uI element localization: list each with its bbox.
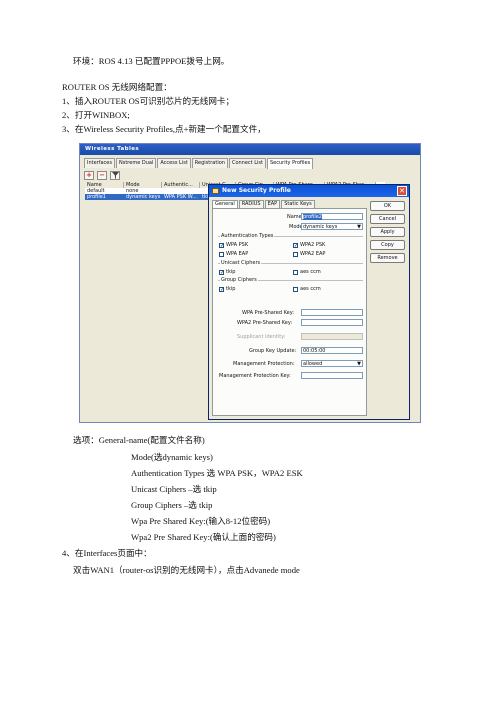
tkip-label: tkip xyxy=(226,286,236,292)
new-security-profile-dialog: New Security Profile ✕ General RADIUS EA… xyxy=(208,184,410,420)
mgmt-key-label: Management Protection Key: xyxy=(219,373,291,379)
tkip-label: tkip xyxy=(226,269,236,275)
heading: ROUTER OS 无线网络配置： xyxy=(62,82,172,92)
gku-label: Group Key Update: xyxy=(249,348,297,354)
tab-eap[interactable]: EAP xyxy=(264,200,281,208)
check-icon: ✓ xyxy=(219,242,225,249)
wpa-key-label: WPA Pre-Shared Key: xyxy=(242,310,294,316)
group-line: Group Ciphers –选 tkip xyxy=(131,500,213,510)
dialog-titlebar[interactable]: New Security Profile ✕ xyxy=(209,185,409,197)
unicast-aes-checkbox[interactable]: aes ccm xyxy=(293,269,321,275)
supplicant-label: Supplicant Identity: xyxy=(237,334,286,340)
general-panel: Name: profile2 Mode: dynamic keys ▼ Authe… xyxy=(212,208,367,416)
checkbox-box xyxy=(293,286,298,292)
mode-select[interactable]: dynamic keys ▼ xyxy=(301,223,363,230)
mgmt-select[interactable]: allowed ▼ xyxy=(301,360,363,367)
wireless-tabs: Interfaces Nstreme Dual Access List Regi… xyxy=(84,158,314,169)
winbox-screenshot: Wireless Tables Interfaces Nstreme Dual … xyxy=(79,143,421,423)
folder-icon xyxy=(212,188,219,194)
check-icon: ✓ xyxy=(293,242,299,249)
wpa2-psk-checkbox[interactable]: ✓ WPA2 PSK xyxy=(293,242,325,248)
unicast-tkip-checkbox[interactable]: ✓ tkip xyxy=(219,269,235,275)
tab-connect-list[interactable]: Connect List xyxy=(228,158,266,168)
step-1: 1、插入ROUTER OS可识别芯片的无线网卡； xyxy=(62,96,235,106)
dialog-title: New Security Profile xyxy=(222,187,291,194)
step-2: 2、打开WINBOX; xyxy=(62,110,130,120)
group-ciphers-label: Group Ciphers xyxy=(220,277,258,283)
wpa-eap-checkbox[interactable]: WPA EAP xyxy=(219,251,248,257)
ok-button[interactable]: OK xyxy=(370,201,405,211)
group-tkip-checkbox[interactable]: ✓ tkip xyxy=(219,286,235,292)
wpa2-key-line: Wpa2 Pre Shared Key:(确认上面的密码) xyxy=(131,532,276,542)
unicast-label: Unicast Ciphers xyxy=(220,260,262,266)
name-input[interactable]: profile2 xyxy=(301,213,363,220)
chevron-down-icon: ▼ xyxy=(357,361,361,367)
wpa-key-line: Wpa Pre Shared Key:(输入8-12位密码) xyxy=(131,516,271,526)
mgmt-label: Management Protection: xyxy=(233,361,295,367)
gku-value: 00:05:00 xyxy=(303,348,326,354)
step-4-detail: 双击WAN1（router-os识别的无线网卡），点击Advanede mode xyxy=(73,565,300,575)
unicast-line: Unicast Ciphers –选 tkip xyxy=(131,484,217,494)
cell: dynamic keys xyxy=(126,194,161,200)
checkbox-box xyxy=(293,269,298,275)
wpa2-key-label: WPA2 Pre-Shared Key: xyxy=(237,320,293,326)
gku-input[interactable]: 00:05:00 xyxy=(301,347,363,354)
checkbox-box xyxy=(293,251,298,257)
check-icon: ✓ xyxy=(219,269,225,276)
copy-button[interactable]: Copy xyxy=(370,240,405,250)
supplicant-input xyxy=(301,333,363,340)
wpa2-psk-label: WPA2 PSK xyxy=(300,242,326,248)
auth-types-label: Authentication Types xyxy=(220,233,275,239)
close-button[interactable]: ✕ xyxy=(397,186,407,196)
cancel-button[interactable]: Cancel xyxy=(370,214,405,224)
wpa-psk-checkbox[interactable]: ✓ WPA PSK xyxy=(219,242,248,248)
wpa2-eap-label: WPA2 EAP xyxy=(300,251,326,257)
aes-label: aes ccm xyxy=(300,286,321,292)
plus-icon: + xyxy=(86,171,92,179)
mode-line: Mode(选dynamic keys) xyxy=(131,452,213,462)
remove-button[interactable]: − xyxy=(97,171,107,180)
tab-security-profiles[interactable]: Security Profiles xyxy=(266,158,314,169)
add-button[interactable]: + xyxy=(84,171,94,180)
tab-access-list[interactable]: Access List xyxy=(157,158,191,168)
env-line: 环境：ROS 4.13 已配置PPPOE拨号上网。 xyxy=(73,56,230,66)
step-4: 4、在Interfaces页面中： xyxy=(62,548,152,558)
filter-button[interactable] xyxy=(110,171,120,180)
group-aes-checkbox[interactable]: aes ccm xyxy=(293,286,321,292)
mgmt-key-input[interactable] xyxy=(301,372,363,379)
name-value: profile2 xyxy=(303,214,322,220)
filter-icon xyxy=(111,172,119,179)
tab-interfaces[interactable]: Interfaces xyxy=(84,158,115,168)
close-icon: ✕ xyxy=(399,187,405,195)
tab-registration[interactable]: Registration xyxy=(191,158,228,168)
wireless-tables-title: Wireless Tables xyxy=(80,144,420,155)
toolbar: + − xyxy=(84,171,120,180)
dialog-buttons: OK Cancel Apply Copy Remove xyxy=(370,201,405,266)
wpa2-key-input[interactable] xyxy=(301,319,363,326)
minus-icon: − xyxy=(99,171,105,179)
remove-profile-button[interactable]: Remove xyxy=(370,253,405,263)
aes-label: aes ccm xyxy=(300,269,321,275)
mode-value: dynamic keys xyxy=(303,224,338,230)
group-ciphers-group: Group Ciphers xyxy=(218,277,363,283)
unicast-group: Unicast Ciphers xyxy=(218,260,363,266)
tab-static-keys[interactable]: Static Keys xyxy=(281,200,315,208)
checkbox-box xyxy=(219,251,224,257)
auth-types-group: Authentication Types xyxy=(218,233,363,239)
chevron-down-icon: ▼ xyxy=(357,224,361,230)
check-icon: ✓ xyxy=(219,286,225,293)
step-3: 3、在Wireless Security Profiles,点+新建一个配置文件… xyxy=(62,124,266,134)
cell: profile1 xyxy=(87,194,106,200)
wpa-psk-label: WPA PSK xyxy=(226,242,249,248)
wpa-eap-label: WPA EAP xyxy=(226,251,249,257)
apply-button[interactable]: Apply xyxy=(370,227,405,237)
wpa2-eap-checkbox[interactable]: WPA2 EAP xyxy=(293,251,325,257)
options-line: 选项：General-name(配置文件名称) xyxy=(73,435,205,445)
tab-radius[interactable]: RADIUS xyxy=(238,200,264,208)
wpa-key-input[interactable] xyxy=(301,309,363,316)
mgmt-value: allowed xyxy=(303,361,323,367)
auth-line: Authentication Types 选 WPA PSK，WPA2 ESK xyxy=(131,468,303,478)
tab-nstreme-dual[interactable]: Nstreme Dual xyxy=(116,158,157,168)
cell: WPA PSK W... xyxy=(164,194,197,200)
